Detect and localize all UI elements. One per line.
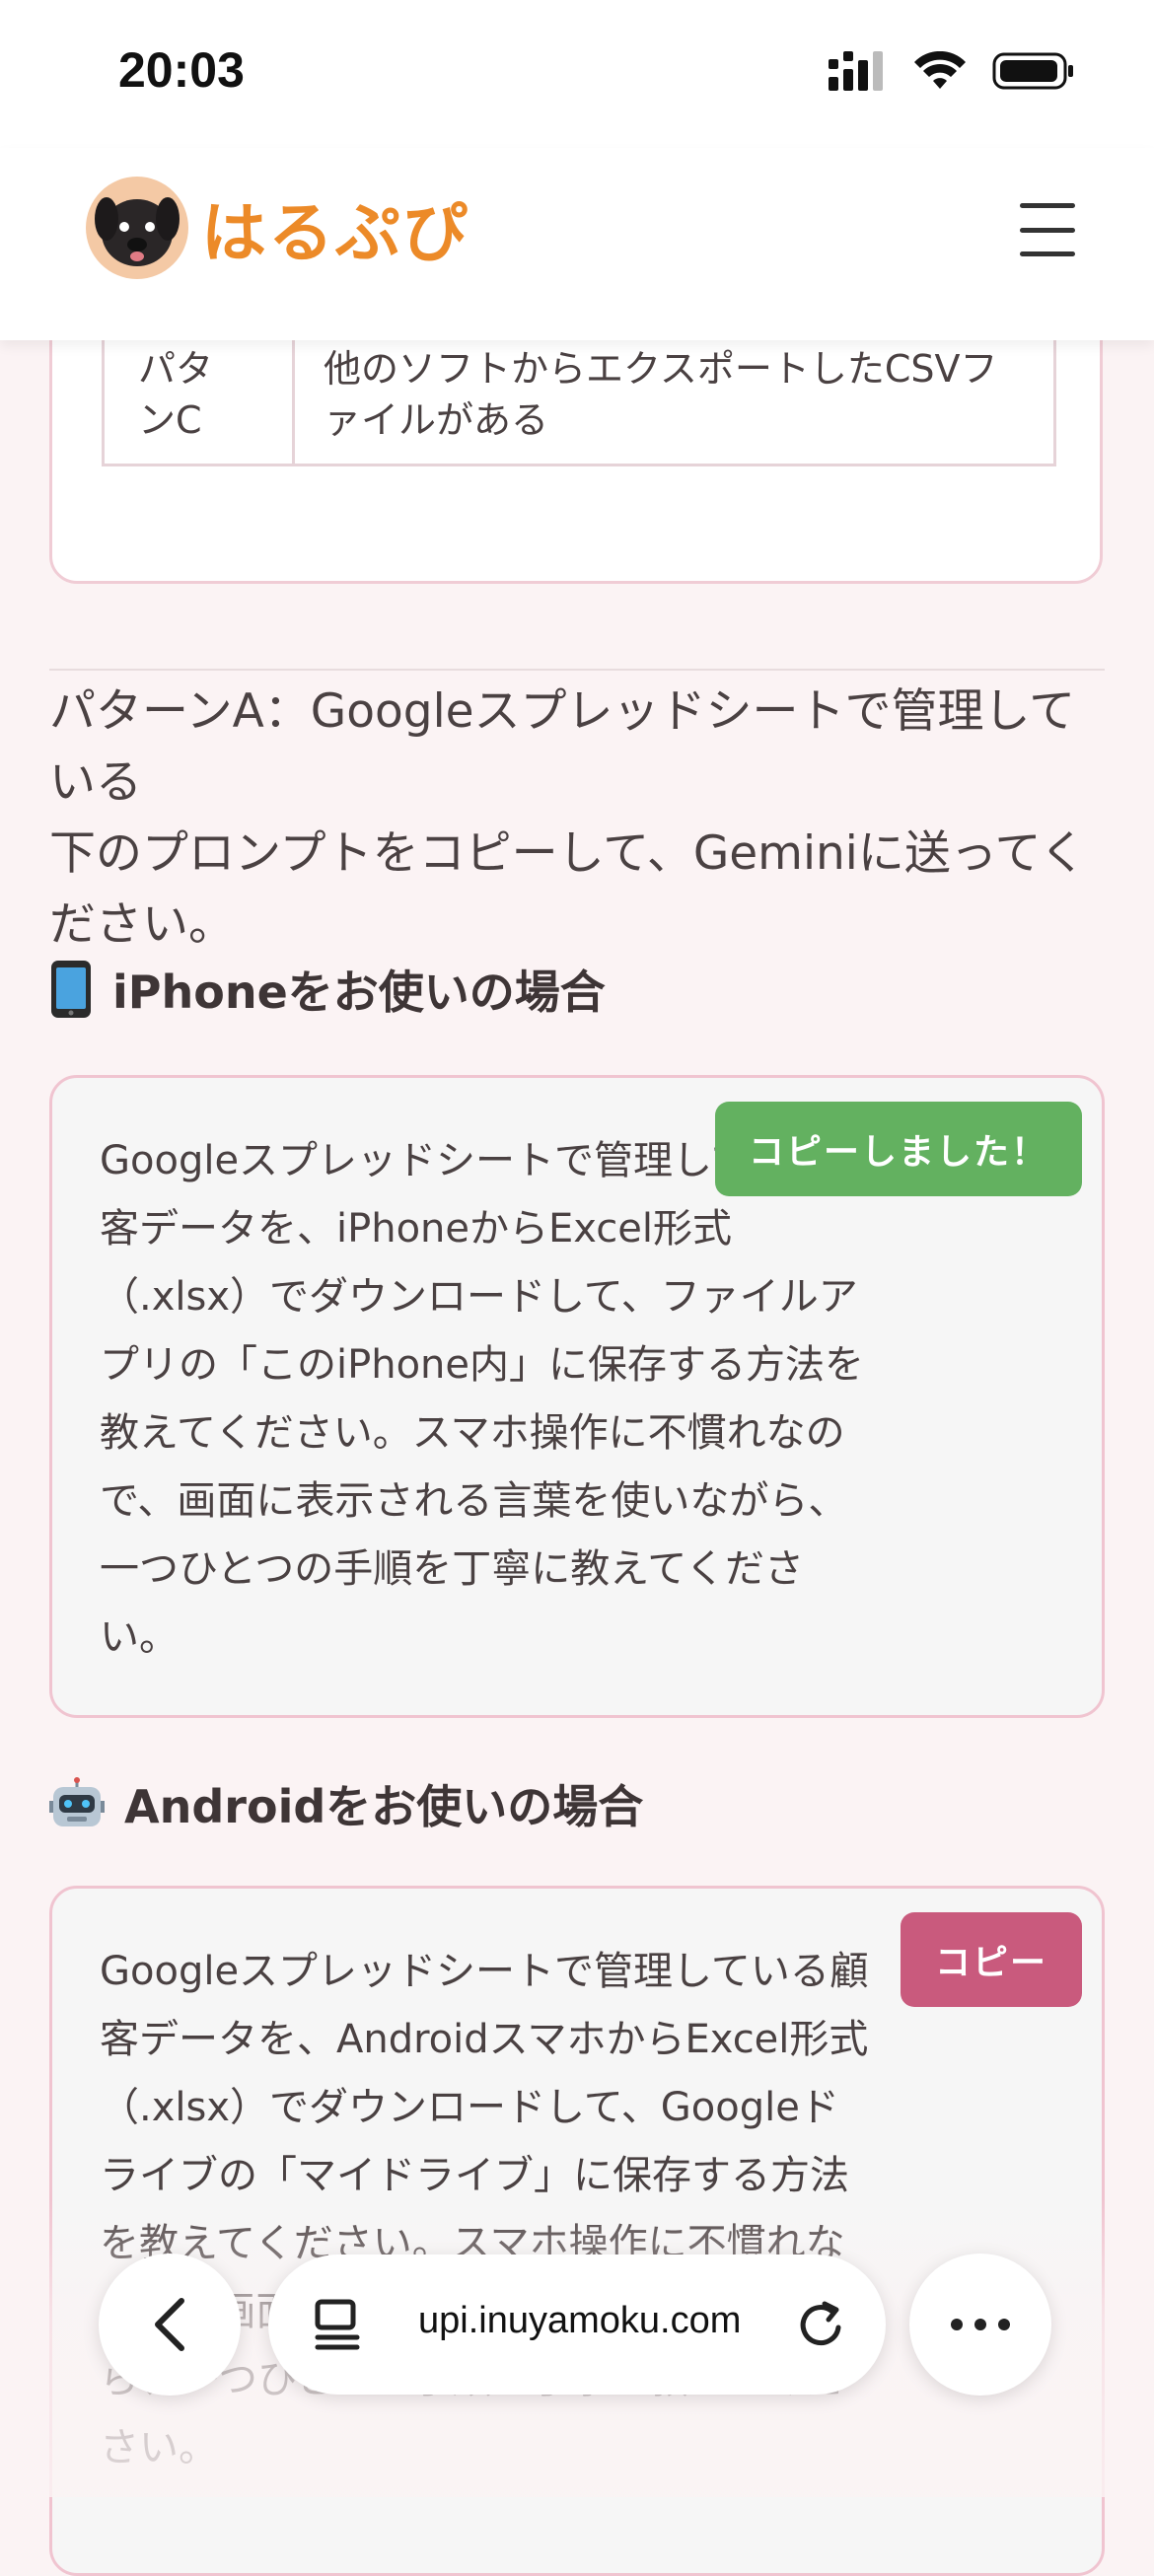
robot-icon (49, 1777, 105, 1826)
mobile-phone-icon (51, 961, 91, 1018)
back-chevron-icon (155, 2298, 184, 2351)
intro-line: いる (49, 755, 142, 810)
table-label-line2: ンC (138, 398, 202, 442)
site-logo[interactable]: はるぷぴ (85, 176, 469, 280)
logo-text: はるぷぴ (201, 195, 469, 271)
copied-button[interactable]: コピーしました！ (715, 1102, 1082, 1196)
iphone-prompt-box[interactable]: Googleスプレッドシートで管理している顧客データを、iPhoneからExce… (49, 1075, 1105, 1718)
status-icons (829, 51, 1075, 91)
table-label-line1: パタ (138, 347, 214, 391)
iphone-heading-text: iPhoneをお使いの場合 (112, 966, 606, 1019)
android-heading: Androidをお使いの場合 (49, 1771, 643, 1836)
iphone-prompt-text: Googleスプレッドシートで管理している顧客データを、iPhoneからExce… (100, 1138, 869, 1660)
table-desc-line2: ァイルがある (324, 398, 549, 442)
status-time: 20:03 (118, 42, 245, 98)
dog-logo-icon (86, 177, 188, 279)
pattern-a-intro: パターンA：Googleスプレッドシートで管理して いる 下のプロンプトをコピー… (49, 677, 1115, 961)
more-dots-icon (951, 2319, 1010, 2330)
section-divider (49, 669, 1105, 671)
site-header: はるぷぴ (0, 148, 1154, 340)
battery-icon (992, 52, 1073, 90)
status-bar: 20:03 (0, 0, 1154, 148)
android-heading-text: Androidをお使いの場合 (124, 1780, 644, 1833)
iphone-heading: iPhoneをお使いの場合 (49, 957, 606, 1022)
table-desc-line1: 他のソフトからエクスポートしたCSVフ (324, 347, 998, 391)
signal-icon (829, 51, 883, 91)
intro-line: パターンA：Googleスプレッドシートで管理して (49, 684, 1076, 739)
url-text: upi.inuyamoku.com (418, 2300, 742, 2341)
wifi-icon (914, 51, 966, 89)
copy-button[interactable]: コピー (901, 1912, 1082, 2007)
intro-line: 下のプロンプトをコピーして、Geminiに送ってく (49, 826, 1087, 881)
reload-icon[interactable] (795, 2298, 848, 2351)
tabs-icon (315, 2299, 360, 2350)
url-bar[interactable]: upi.inuyamoku.com (268, 2254, 886, 2395)
hamburger-menu-icon[interactable] (1020, 203, 1075, 256)
intro-line: ださい。 (49, 897, 235, 952)
more-button[interactable] (909, 2254, 1051, 2396)
back-button[interactable] (99, 2254, 241, 2396)
